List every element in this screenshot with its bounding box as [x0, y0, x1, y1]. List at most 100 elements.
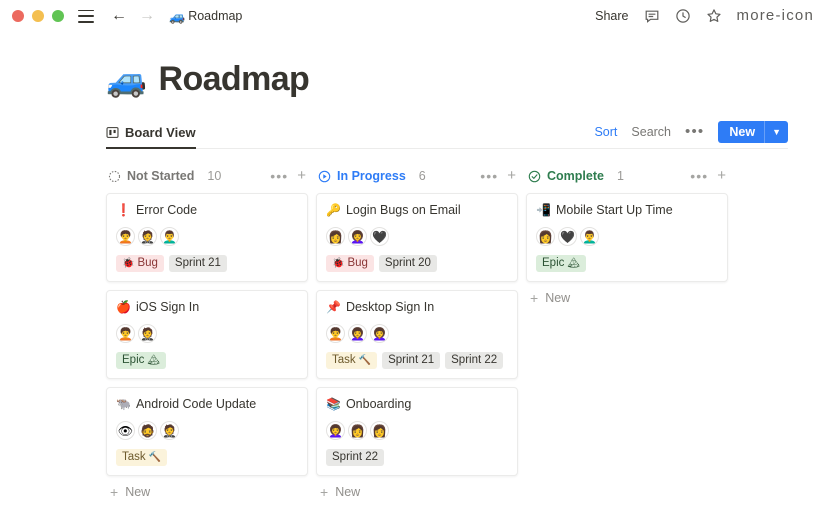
avatar[interactable]: 🖤	[558, 227, 577, 246]
column-add-icon[interactable]: +	[297, 168, 306, 183]
column-name-label: Not Started	[127, 169, 195, 183]
board-card[interactable]: 📚 Onboarding 👩‍🦱 👩 👩 Sprint 22	[316, 387, 518, 476]
page-title-text[interactable]: Roadmap	[159, 60, 310, 99]
tag[interactable]: Task 🔨	[116, 449, 168, 466]
board-card[interactable]: 🔑 Login Bugs on Email 👩 👩‍🦱 🖤 🐞 Bug Sprint 20	[316, 193, 518, 282]
view-more-icon[interactable]: •••	[685, 124, 704, 139]
column-title[interactable]: Complete 1	[528, 169, 624, 183]
avatar[interactable]: 🧑‍🦱	[326, 324, 345, 343]
card-title: 📲 Mobile Start Up Time	[536, 202, 718, 218]
star-icon[interactable]	[706, 8, 722, 24]
new-button-label: New	[729, 125, 756, 139]
column-actions: ••• +	[690, 168, 726, 183]
breadcrumb[interactable]: 🚙 Roadmap	[169, 9, 242, 23]
avatar[interactable]: 👩	[370, 421, 389, 440]
tag-label: Task	[332, 354, 356, 366]
avatar[interactable]: 🤵	[138, 227, 157, 246]
column-add-icon[interactable]: +	[717, 168, 726, 183]
add-card-button[interactable]: + New	[526, 282, 728, 305]
column-more-icon[interactable]: •••	[690, 169, 708, 183]
share-button[interactable]: Share	[595, 9, 628, 23]
page-title: 🚙 Roadmap	[106, 60, 788, 99]
avatar[interactable]: 👩‍🦱	[370, 324, 389, 343]
avatar[interactable]: 🧔	[138, 421, 157, 440]
tab-board-view-label: Board View	[125, 125, 196, 140]
avatar[interactable]: 🤵	[160, 421, 179, 440]
avatar[interactable]: 👩‍🦱	[348, 227, 367, 246]
tag-label: Bug	[137, 257, 158, 269]
avatar[interactable]: 👩	[326, 227, 345, 246]
tag-list: 🐞 Bug Sprint 21	[116, 255, 298, 272]
avatar[interactable]: 👁	[116, 421, 135, 440]
sort-button[interactable]: Sort	[594, 125, 617, 139]
maximize-window-button[interactable]	[52, 10, 64, 22]
tag[interactable]: Sprint 21	[382, 352, 441, 369]
chevron-down-icon[interactable]: ▼	[765, 127, 788, 137]
hamburger-menu-icon[interactable]	[78, 9, 94, 23]
tag-label: Sprint 21	[174, 257, 221, 269]
add-card-label: New	[545, 291, 571, 305]
column-more-icon[interactable]: •••	[480, 169, 498, 183]
page-title-emoji-icon[interactable]: 🚙	[106, 63, 147, 96]
avatar[interactable]: 🤵	[138, 324, 157, 343]
board-card[interactable]: 🐃 Android Code Update 👁 🧔 🤵 Task 🔨	[106, 387, 308, 476]
minimize-window-button[interactable]	[32, 10, 44, 22]
view-toolbar: Board View Sort Search ••• New ▼	[106, 121, 788, 149]
new-button[interactable]: New ▼	[718, 121, 788, 143]
avatar[interactable]: 🧑‍🦱	[116, 324, 135, 343]
avatar[interactable]: 👩‍🦱	[348, 324, 367, 343]
column-title[interactable]: In Progress 6	[318, 169, 426, 183]
tag[interactable]: Task 🔨	[326, 352, 378, 369]
comment-icon[interactable]	[644, 8, 660, 24]
column-actions: ••• +	[480, 168, 516, 183]
tag[interactable]: 🐞 Bug	[326, 255, 374, 272]
tag[interactable]: Sprint 22	[326, 449, 385, 466]
tag[interactable]: Sprint 21	[168, 255, 227, 272]
avatar[interactable]: 👨‍🦱	[160, 227, 179, 246]
tag[interactable]: 🐞 Bug	[116, 255, 164, 272]
card-list: 📲 Mobile Start Up Time 👩 🖤 👨‍🦱 Epic 🏔	[526, 193, 728, 282]
window-titlebar: ← → 🚙 Roadmap Share more-icon	[0, 0, 828, 32]
tag[interactable]: Epic 🏔	[116, 352, 167, 369]
tag-emoji-icon: 🏔	[147, 355, 161, 366]
kanban-board: Not Started 10 ••• + ❗ Error Code 🧑‍🦱 🤵 👨‍🦱 🐞 Bug S…	[106, 163, 788, 499]
tag-label: Sprint 22	[451, 354, 498, 366]
tag-list: Task 🔨 Sprint 21 Sprint 22	[326, 352, 508, 369]
card-title-label: Android Code Update	[135, 397, 257, 411]
tag-emoji-icon: 🐞	[332, 258, 345, 269]
tab-board-view[interactable]: Board View	[106, 125, 196, 149]
avatar[interactable]: 👨‍🦱	[580, 227, 599, 246]
add-card-button[interactable]: + New	[316, 476, 518, 499]
avatar[interactable]: 🧑‍🦱	[116, 227, 135, 246]
tag-list: Task 🔨	[116, 449, 298, 466]
tag[interactable]: Sprint 22	[445, 352, 504, 369]
board-card[interactable]: 🍎 iOS Sign In 🧑‍🦱 🤵 Epic 🏔	[106, 290, 308, 379]
avatar[interactable]: 🖤	[370, 227, 389, 246]
avatar[interactable]: 👩‍🦱	[326, 421, 345, 440]
board-card[interactable]: ❗ Error Code 🧑‍🦱 🤵 👨‍🦱 🐞 Bug Sprint 21	[106, 193, 308, 282]
clock-icon[interactable]	[675, 8, 691, 24]
add-card-button[interactable]: + New	[106, 476, 308, 499]
back-arrow-icon[interactable]: ←	[111, 8, 127, 24]
board-column: Complete 1 ••• + 📲 Mobile Start Up Time 👩 🖤 👨‍🦱 E…	[526, 163, 728, 499]
tag[interactable]: Epic 🏔	[536, 255, 587, 272]
avatar-group: 👩 🖤 👨‍🦱	[536, 227, 718, 246]
tag-label: Sprint 22	[332, 451, 379, 463]
card-emoji-icon: 🍎	[116, 300, 131, 314]
column-header: In Progress 6 ••• +	[316, 163, 518, 189]
column-title[interactable]: Not Started 10	[108, 169, 221, 183]
tag[interactable]: Sprint 20	[378, 255, 437, 272]
avatar[interactable]: 👩	[348, 421, 367, 440]
search-button[interactable]: Search	[631, 125, 671, 139]
column-more-icon[interactable]: •••	[270, 169, 288, 183]
board-card[interactable]: 📲 Mobile Start Up Time 👩 🖤 👨‍🦱 Epic 🏔	[526, 193, 728, 282]
column-header: Not Started 10 ••• +	[106, 163, 308, 189]
avatar[interactable]: 👩	[536, 227, 555, 246]
more-options-icon[interactable]: more-icon	[737, 8, 815, 23]
tag-label: Epic	[542, 257, 565, 269]
column-add-icon[interactable]: +	[507, 168, 516, 183]
close-window-button[interactable]	[12, 10, 24, 22]
board-card[interactable]: 📌 Desktop Sign In 🧑‍🦱 👩‍🦱 👩‍🦱 Task 🔨 Sprint 21 S…	[316, 290, 518, 379]
column-name-label: Complete	[547, 169, 604, 183]
tag-label: Bug	[347, 257, 368, 269]
